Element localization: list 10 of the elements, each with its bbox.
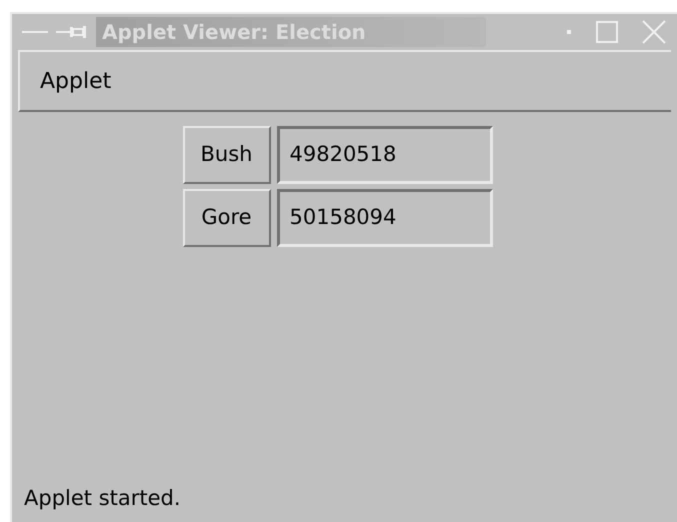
status-text: Applet started.: [23, 484, 182, 512]
pin-icon[interactable]: [56, 24, 88, 40]
votes-field[interactable]: 50158094: [276, 189, 492, 247]
candidate-button[interactable]: Bush: [182, 126, 270, 184]
menu-item[interactable]: Applet: [40, 64, 112, 98]
candidate-button[interactable]: Gore: [182, 189, 270, 247]
maximize-icon[interactable]: [595, 20, 619, 44]
minimize-icon[interactable]: [22, 30, 48, 34]
close-icon[interactable]: [641, 19, 667, 45]
votes-field[interactable]: 49820518: [276, 126, 492, 184]
